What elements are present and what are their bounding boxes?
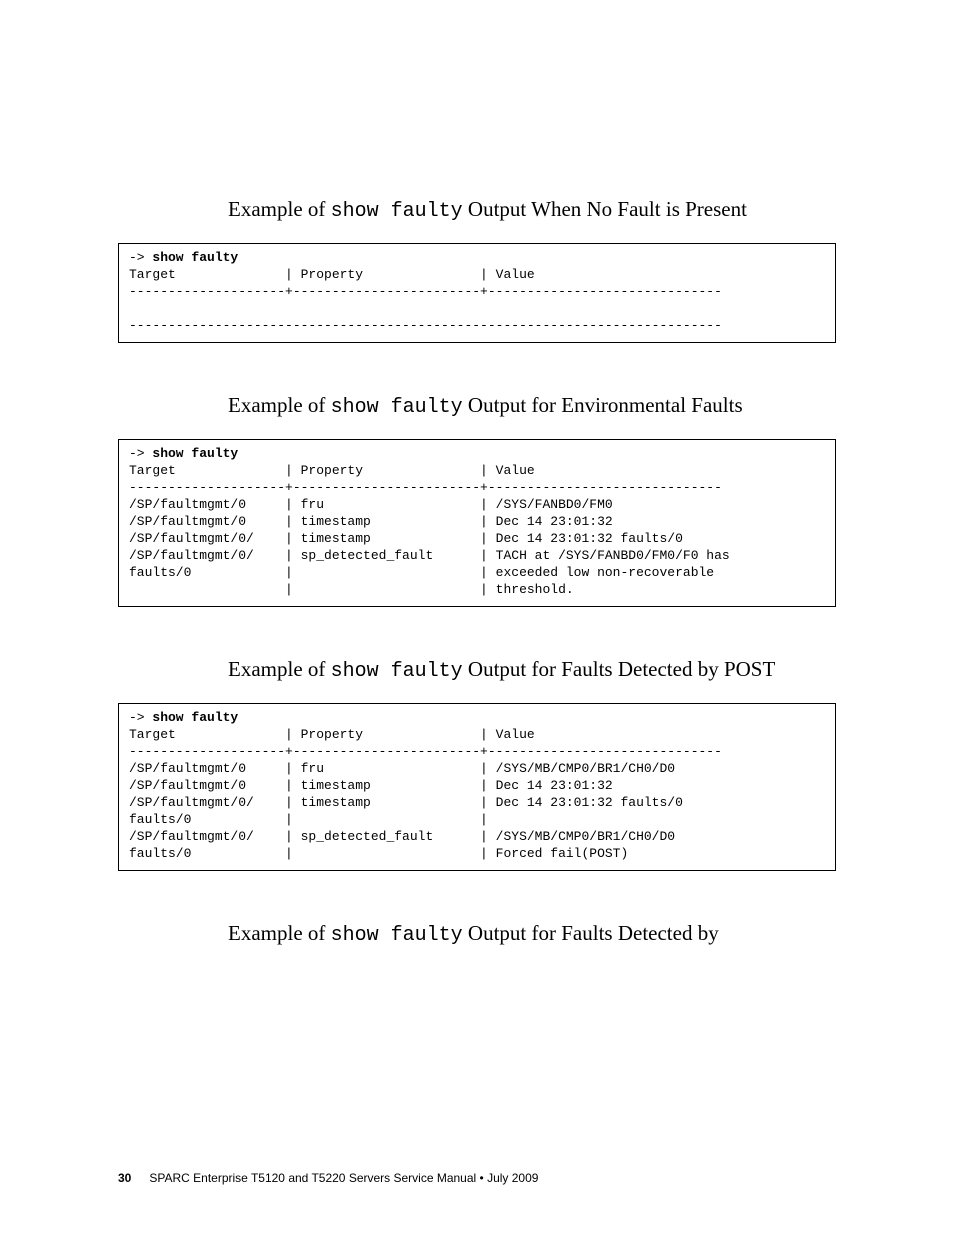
heading-text: Output for Environmental Faults xyxy=(463,393,743,417)
heading-post: Example of show faulty Output for Faults… xyxy=(228,655,836,685)
prompt: -> xyxy=(129,710,152,725)
heading-text: Example of xyxy=(228,197,331,221)
heading-text: Example of xyxy=(228,393,331,417)
page: Example of show faulty Output When No Fa… xyxy=(0,0,954,1235)
heading-command: show faulty xyxy=(331,200,463,223)
page-number: 30 xyxy=(118,1171,131,1185)
command: show faulty xyxy=(152,250,238,265)
footer-text: SPARC Enterprise T5120 and T5220 Servers… xyxy=(149,1171,538,1185)
heading-text: Output When No Fault is Present xyxy=(463,197,747,221)
terminal-output-environmental: -> show faulty Target | Property | Value… xyxy=(118,439,836,607)
heading-command: show faulty xyxy=(331,924,463,947)
heading-text: Output for Faults Detected by POST xyxy=(463,657,776,681)
terminal-body: Target | Property | Value --------------… xyxy=(129,267,722,333)
heading-environmental: Example of show faulty Output for Enviro… xyxy=(228,391,836,421)
terminal-body: Target | Property | Value --------------… xyxy=(129,463,730,596)
command: show faulty xyxy=(152,446,238,461)
terminal-body: Target | Property | Value --------------… xyxy=(129,727,722,860)
heading-text: Example of xyxy=(228,657,331,681)
heading-text: Output for Faults Detected by xyxy=(463,921,719,945)
heading-command: show faulty xyxy=(331,660,463,683)
page-footer: 30 SPARC Enterprise T5120 and T5220 Serve… xyxy=(118,1171,538,1185)
heading-no-fault: Example of show faulty Output When No Fa… xyxy=(228,195,836,225)
heading-command: show faulty xyxy=(331,396,463,419)
terminal-output-post: -> show faulty Target | Property | Value… xyxy=(118,703,836,871)
terminal-output-no-fault: -> show faulty Target | Property | Value… xyxy=(118,243,836,343)
heading-text: Example of xyxy=(228,921,331,945)
command: show faulty xyxy=(152,710,238,725)
prompt: -> xyxy=(129,250,152,265)
heading-detected-by: Example of show faulty Output for Faults… xyxy=(228,919,836,949)
prompt: -> xyxy=(129,446,152,461)
